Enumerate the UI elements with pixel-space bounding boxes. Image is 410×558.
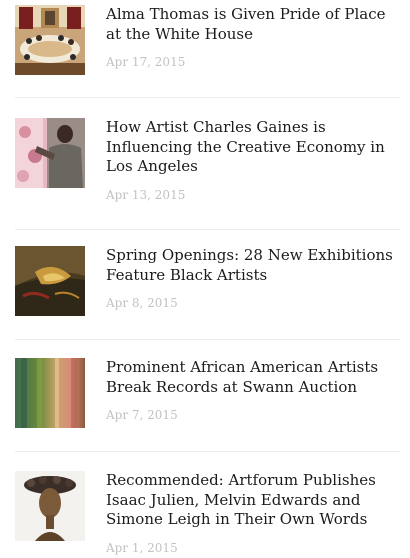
- article-title-link[interactable]: Recommended: Artforum Publishes Isaac Ju…: [106, 471, 396, 530]
- divider: [15, 97, 400, 98]
- article-thumbnail[interactable]: [15, 471, 85, 541]
- article-title-link[interactable]: Prominent African American Artists Break…: [106, 358, 396, 397]
- article-thumbnail[interactable]: [15, 118, 85, 188]
- article-text: How Artist Charles Gaines is Influencing…: [106, 118, 396, 202]
- article-thumbnail[interactable]: [15, 5, 85, 75]
- article-text: Alma Thomas is Given Pride of Place at t…: [106, 5, 396, 69]
- article-title-link[interactable]: Spring Openings: 28 New Exhibitions Feat…: [106, 246, 396, 285]
- article-date: Apr 8, 2015: [106, 296, 178, 310]
- divider: [15, 229, 400, 230]
- divider: [15, 451, 400, 452]
- article-thumbnail[interactable]: [15, 246, 85, 316]
- divider: [15, 339, 400, 340]
- article-date: Apr 7, 2015: [106, 408, 178, 422]
- article-text: Spring Openings: 28 New Exhibitions Feat…: [106, 246, 396, 310]
- article-text: Prominent African American Artists Break…: [106, 358, 396, 422]
- article-text: Recommended: Artforum Publishes Isaac Ju…: [106, 471, 396, 555]
- article-date: Apr 17, 2015: [106, 55, 186, 69]
- article-date: Apr 13, 2015: [106, 187, 186, 202]
- article-title-link[interactable]: Alma Thomas is Given Pride of Place at t…: [106, 5, 396, 44]
- article-thumbnail[interactable]: [15, 358, 85, 428]
- article-date: Apr 1, 2015: [106, 540, 178, 555]
- article-title-link[interactable]: How Artist Charles Gaines is Influencing…: [106, 118, 396, 177]
